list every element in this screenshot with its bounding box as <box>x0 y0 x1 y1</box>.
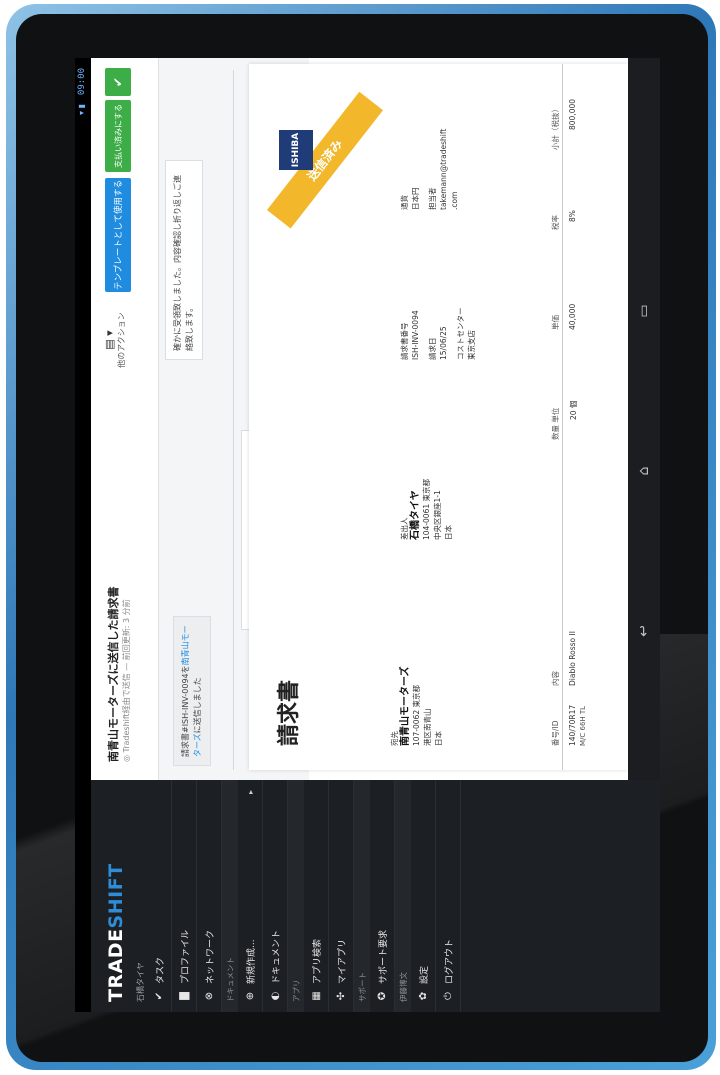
sidebar-item-profile[interactable]: ▇ プロファイル <box>172 780 197 1012</box>
page-title: 南青山モーターズに送信した請求書 <box>107 586 120 762</box>
sidebar-item-label: 新規作成... <box>246 939 257 984</box>
sidebar-item-logout[interactable]: ⏻ ログアウト <box>436 780 461 1012</box>
support-icon: ✪ <box>376 991 388 1001</box>
status-icons: ▾ ▮ <box>77 104 86 115</box>
back-icon[interactable]: ↩ <box>635 622 653 640</box>
sidebar-item-gear[interactable]: ✿ 設定 <box>411 780 436 1012</box>
table-row: 140/70R17 Diablo Rosso II 20 個 40,000 8%… <box>568 98 587 746</box>
apps-grid-icon: ▦ <box>310 991 322 1001</box>
line-items-header: 番号/ID 内容 数量 単位 単価 税率 小計（税抜） <box>547 64 563 770</box>
sidebar-item-my-apps[interactable]: ✣ マイアプリ <box>329 780 354 1012</box>
sidebar-item-label: マイアプリ <box>337 938 348 984</box>
tradeshift-app: ▾ ▮ 09:00 TRADESHIFT 石橋タイヤ ✔ タスク ▇ プロファイル ⊗ ネ… <box>75 58 660 1012</box>
use-as-template-button[interactable]: テンプレートとして使用する <box>105 178 131 292</box>
company-name: 石橋タイヤ <box>136 962 145 1002</box>
main-content: 南青山モーターズに送信した請求書 ◎ Tradeshift経由で送信 — 前回更… <box>91 58 628 780</box>
sender-block: 差出人 石橋タイヤ 104-0061 東京都 中央区銀座1-1 日本 <box>400 479 453 540</box>
nav-section-label: 伊藤博文 <box>395 780 411 1012</box>
actions-icon: ▤ ▾ <box>103 330 116 350</box>
reply-message: 確かに受領致しました。内容確認し折り返しご連絡致します。 <box>165 160 203 360</box>
invoice-preview[interactable]: 請求書 送信済み ISHIBA 宛先 南青山モーターズ 107-0062 東京都… <box>249 64 628 770</box>
new-doc-icon: ⊕ <box>244 991 256 1001</box>
sidebar-item-label: タスク <box>155 956 166 984</box>
sidebar-item-label: プロファイル <box>180 929 191 984</box>
profile-icon: ▇ <box>178 992 190 1000</box>
sidebar-item-label: アプリ検索 <box>312 938 323 984</box>
nav-section-label: ドキュメント <box>222 780 238 1012</box>
sidebar-item-label: サポート要求 <box>378 929 389 984</box>
document-subtitle: ◎ Tradeshift経由で送信 — 前回更新: 3 分前 <box>122 599 131 762</box>
sidebar-item-label: ネットワーク <box>205 929 216 984</box>
more-actions-button[interactable]: ▤ ▾ 他のアクション <box>103 310 127 370</box>
android-nav-bar: ↩ ⌂ ▭ <box>628 58 660 780</box>
logout-icon: ⏻ <box>442 992 454 1000</box>
status-bar: ▾ ▮ 09:00 <box>75 58 91 1012</box>
sidebar-item-label: ドキュメント <box>271 929 282 984</box>
check-icon[interactable]: ✔ <box>105 68 131 96</box>
sidebar-item-document[interactable]: ◐ ドキュメント <box>263 780 288 1012</box>
my-apps-icon: ✣ <box>335 991 347 1001</box>
sent-message: 請求書#ISH-INV-0094を南青山モーターズに送信しました <box>173 616 211 766</box>
sidebar-item-support[interactable]: ✪ サポート要求 <box>370 780 395 1012</box>
sidebar-item-label: ログアウト <box>444 938 455 984</box>
nav-section-label: アプリ <box>288 780 304 1012</box>
nav-section-label: サポート <box>354 780 370 1012</box>
sidebar-nav: ✔ タスク ▇ プロファイル ⊗ ネットワーク ドキュメント ⊕ 新規作成... ▸ ◐ ドキュメント… <box>147 780 461 1012</box>
document-header: 南青山モーターズに送信した請求書 ◎ Tradeshift経由で送信 — 前回更… <box>91 58 159 780</box>
mark-paid-button[interactable]: 支払い済みにする <box>105 100 131 172</box>
tablet-screen: ▾ ▮ 09:00 TRADESHIFT 石橋タイヤ ✔ タスク ▇ プロファイル ⊗ ネ… <box>75 58 660 1012</box>
recipient-block: 宛先 南青山モーターズ 107-0062 東京都 港区南青山 日本 <box>390 666 443 747</box>
sidebar-item-network[interactable]: ⊗ ネットワーク <box>197 780 222 1012</box>
sidebar-item-new-doc[interactable]: ⊕ 新規作成... ▸ <box>238 780 263 1012</box>
invoice-meta-right: 通貨 日本円 担当者 takemann@tradeshift .com <box>400 128 459 210</box>
chevron-right-icon: ▸ <box>245 790 255 795</box>
actions-label: 他のアクション <box>117 312 126 368</box>
network-icon: ⊗ <box>203 991 215 1001</box>
company-logo: ISHIBA <box>269 90 313 170</box>
logo-box: ISHIBA <box>279 130 313 170</box>
recent-apps-icon[interactable]: ▭ <box>635 302 653 320</box>
tradeshift-logo[interactable]: TRADESHIFT <box>105 863 127 1002</box>
sidebar-item-check[interactable]: ✔ タスク <box>147 780 172 1012</box>
timeline-line <box>233 70 234 770</box>
status-time: 09:00 <box>77 68 87 96</box>
sidebar: TRADESHIFT 石橋タイヤ ✔ タスク ▇ プロファイル ⊗ ネットワーク ドキュメン… <box>91 780 660 1012</box>
gear-icon: ✿ <box>417 991 429 1001</box>
sidebar-item-label: 設定 <box>419 965 430 984</box>
check-icon: ✔ <box>153 991 165 1001</box>
document-icon: ◐ <box>269 991 281 1001</box>
sidebar-item-apps-grid[interactable]: ▦ アプリ検索 <box>304 780 329 1012</box>
invoice-title: 請求書 <box>277 679 302 746</box>
home-icon[interactable]: ⌂ <box>635 462 653 480</box>
invoice-meta: 請求書番号 ISH-INV-0094 請求日 15/06/25 コストセンター … <box>400 307 476 361</box>
